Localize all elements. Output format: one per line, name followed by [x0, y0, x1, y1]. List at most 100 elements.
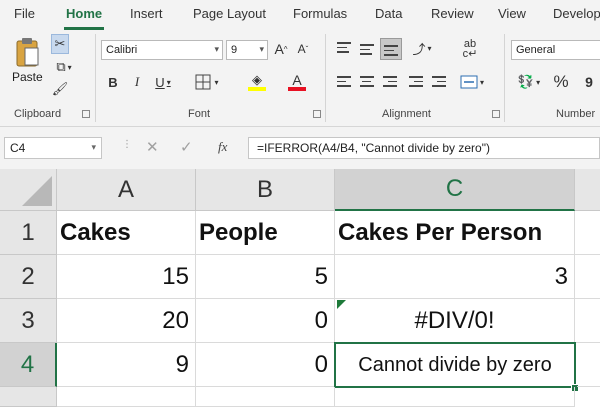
- cell-d2[interactable]: [575, 255, 600, 299]
- number-format-select[interactable]: General: [511, 40, 600, 60]
- tab-developer[interactable]: Develop: [553, 6, 600, 21]
- orientation-icon[interactable]: ⤴ ▾: [408, 38, 436, 58]
- bottom-align-icon: [384, 45, 398, 59]
- decrease-indent-icon[interactable]: [409, 76, 423, 90]
- font-color-icon[interactable]: A: [282, 70, 312, 94]
- group-separator: [504, 34, 505, 122]
- cell-d3[interactable]: [575, 299, 600, 343]
- align-right-icon[interactable]: [383, 76, 397, 90]
- insert-function-icon[interactable]: fx: [218, 139, 227, 155]
- formula-text: =IFERROR(A4/B4, "Cannot divide by zero"): [257, 141, 490, 155]
- worksheet-grid: A B C 1 2 3 4 Cakes People Cakes Per Per…: [0, 169, 600, 407]
- italic-icon[interactable]: I: [128, 72, 146, 92]
- tab-home[interactable]: Home: [66, 6, 102, 21]
- row-header-2[interactable]: 2: [0, 255, 57, 299]
- group-separator: [95, 34, 96, 122]
- cell-b3[interactable]: 0: [196, 299, 335, 343]
- merge-center-icon[interactable]: ▾: [457, 72, 487, 92]
- underline-icon[interactable]: U ▾: [150, 72, 176, 92]
- format-painter-icon[interactable]: 🖌: [51, 80, 69, 98]
- clipboard-group-label: Clipboard: [14, 108, 62, 120]
- font-size-value: 9: [231, 44, 238, 56]
- align-center-icon[interactable]: [360, 76, 374, 90]
- number-group-label: Number: [556, 108, 596, 120]
- column-header-d[interactable]: [575, 169, 600, 211]
- column-header-a[interactable]: A: [57, 169, 196, 211]
- font-launcher-icon[interactable]: [313, 110, 321, 118]
- cell-c1[interactable]: Cakes Per Person: [335, 211, 575, 255]
- copy-icon[interactable]: ⧉ ▾: [51, 58, 77, 76]
- cell-b1[interactable]: People: [196, 211, 335, 255]
- cell-d1[interactable]: [575, 211, 600, 255]
- name-box-value: C4: [10, 141, 26, 155]
- accounting-format-icon[interactable]: 💱 ▾: [514, 72, 544, 92]
- cell-a1[interactable]: Cakes: [57, 211, 196, 255]
- select-all-icon: [22, 176, 52, 206]
- paste-icon[interactable]: [12, 35, 42, 69]
- cell-a3[interactable]: 20: [57, 299, 196, 343]
- select-all-button[interactable]: [0, 169, 57, 211]
- font-group-label: Font: [188, 108, 211, 120]
- comma-style-icon[interactable]: 9: [578, 72, 600, 92]
- font-size-select[interactable]: 9 ▾: [226, 40, 268, 60]
- row-header-4[interactable]: 4: [0, 343, 57, 387]
- cell-c3[interactable]: #DIV/0!: [335, 299, 575, 343]
- middle-align-icon[interactable]: [360, 44, 374, 58]
- decrease-font-size-icon[interactable]: Aˇ: [294, 39, 312, 59]
- increase-font-size-icon[interactable]: A ^: [272, 39, 290, 59]
- ribbon: Paste ✂ ⧉ ▾ 🖌 Clipboard Calibri ▾ 9 ▾ A ^ …: [0, 30, 600, 127]
- top-align-icon[interactable]: [337, 42, 351, 56]
- column-header-c[interactable]: C: [335, 169, 575, 211]
- row-header-5[interactable]: [0, 387, 57, 407]
- tab-review[interactable]: Review: [431, 6, 474, 21]
- tab-page-layout[interactable]: Page Layout: [193, 6, 266, 21]
- more-options-icon[interactable]: ⋮: [122, 139, 132, 150]
- cell-b5[interactable]: [196, 387, 335, 407]
- formula-input[interactable]: =IFERROR(A4/B4, "Cannot divide by zero"): [248, 137, 600, 159]
- font-color-swatch: [288, 87, 306, 91]
- paste-button-label[interactable]: Paste: [12, 70, 43, 84]
- cell-c4[interactable]: Cannot divide by zero: [334, 342, 576, 388]
- cell-a2[interactable]: 15: [57, 255, 196, 299]
- tab-view[interactable]: View: [498, 6, 526, 21]
- cell-c5[interactable]: [335, 387, 575, 407]
- alignment-group-label: Alignment: [382, 108, 431, 120]
- font-name-value: Calibri: [106, 44, 138, 56]
- cell-a5[interactable]: [57, 387, 196, 407]
- cell-b2[interactable]: 5: [196, 255, 335, 299]
- cell-a4[interactable]: 9: [57, 343, 196, 387]
- cell-b4[interactable]: 0: [196, 343, 335, 387]
- font-name-select[interactable]: Calibri ▾: [101, 40, 223, 60]
- align-left-icon[interactable]: [337, 76, 351, 90]
- alignment-launcher-icon[interactable]: [492, 110, 500, 118]
- increase-indent-icon[interactable]: [432, 76, 446, 90]
- enter-check-icon[interactable]: ✓: [180, 138, 193, 156]
- wrap-text-icon[interactable]: ab c↵: [460, 38, 480, 60]
- borders-icon[interactable]: ▾: [192, 72, 222, 92]
- cell-c2[interactable]: 3: [335, 255, 575, 299]
- bold-icon[interactable]: B: [104, 72, 122, 92]
- cell-d4[interactable]: [577, 343, 600, 387]
- chevron-down-icon: ▾: [91, 142, 96, 152]
- bottom-align-button[interactable]: [380, 38, 402, 60]
- ribbon-tabs: File Home Insert Page Layout Formulas Da…: [0, 0, 600, 30]
- error-indicator-icon[interactable]: [337, 300, 346, 309]
- tab-file[interactable]: File: [14, 6, 35, 21]
- chevron-down-icon: ▾: [259, 44, 264, 54]
- tab-data[interactable]: Data: [375, 6, 402, 21]
- cut-icon[interactable]: ✂: [51, 34, 69, 54]
- tab-insert[interactable]: Insert: [130, 6, 163, 21]
- column-header-b[interactable]: B: [196, 169, 335, 211]
- fill-color-swatch: [248, 87, 266, 91]
- name-box[interactable]: C4 ▾: [4, 137, 102, 159]
- clipboard-launcher-icon[interactable]: [82, 110, 90, 118]
- row-header-3[interactable]: 3: [0, 299, 57, 343]
- cancel-icon[interactable]: ✕: [146, 138, 159, 156]
- tab-formulas[interactable]: Formulas: [293, 6, 347, 21]
- number-format-value: General: [516, 44, 556, 56]
- formula-bar: C4 ▾ ⋮ ✕ ✓ fx =IFERROR(A4/B4, "Cannot di…: [0, 127, 600, 170]
- group-separator: [325, 34, 326, 122]
- percent-style-icon[interactable]: %: [552, 72, 570, 92]
- row-header-1[interactable]: 1: [0, 211, 57, 255]
- fill-color-icon[interactable]: ◈: [242, 70, 272, 94]
